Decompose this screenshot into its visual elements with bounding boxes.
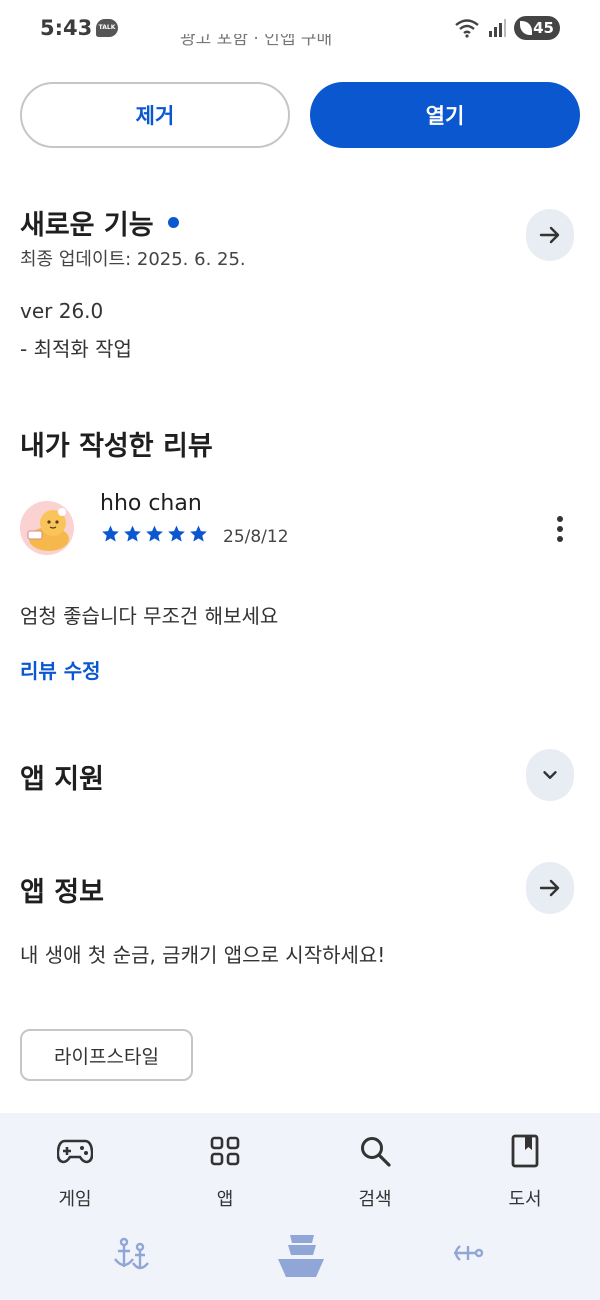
battery-indicator: 45 [514,16,560,40]
nav-label-games: 게임 [58,1189,92,1210]
bottom-navigation: 게임 앱 검색 도서 [0,1113,600,1300]
category-chip[interactable]: 라이프스타일 [20,1029,193,1081]
search-icon [355,1131,395,1171]
nav-item-books[interactable]: 도서 [475,1131,575,1211]
status-bar: 5:43 TALK 45 [0,0,600,58]
whats-new-title: 새로운 기능 [20,210,154,241]
status-time: 5:43 [40,16,93,40]
status-icons: 45 [454,16,560,40]
signal-icon [489,19,506,37]
star-icon [124,525,141,542]
app-info-arrow-button[interactable] [526,862,574,914]
nav-item-games[interactable]: 게임 [25,1131,125,1211]
star-icon [190,525,207,542]
edit-review-link[interactable]: 리뷰 수정 [20,655,101,684]
review-more-options-button[interactable] [548,512,572,546]
remove-button[interactable]: 제거 [20,82,290,148]
more-vert-icon [557,516,563,522]
arrow-right-icon [539,226,560,244]
my-review-title: 내가 작성한 리뷰 [20,431,213,462]
gamepad-icon [55,1131,95,1171]
review-text: 엄청 좋습니다 무조건 해보세요 [20,604,279,628]
apps-grid-icon [205,1131,245,1171]
star-icon [168,525,185,542]
release-notes-text: - 최적화 작업 [20,337,132,361]
star-icon [146,525,163,542]
nav-item-search[interactable]: 검색 [325,1131,425,1211]
nav-label-books: 도서 [508,1189,542,1210]
ship-icon[interactable] [276,1231,326,1279]
kakaotalk-notification-icon: TALK [96,19,118,37]
new-indicator-dot [167,217,179,228]
nav-label-search: 검색 [358,1189,392,1210]
wifi-icon [455,19,479,38]
app-meta-text: 광고 포함 · 인앱 구매 [180,34,333,48]
chevron-down-icon [543,771,557,779]
review-date: 25/8/12 [223,527,289,547]
anchor-icon[interactable] [112,1235,152,1275]
power-saving-icon [520,21,532,35]
whats-new-arrow-button[interactable] [526,209,574,261]
whats-new-heading: 새로운 기능 [20,203,179,242]
reviewer-name: hho chan [100,491,202,516]
arrow-right-icon [539,879,560,897]
last-updated-text: 최종 업데이트: 2025. 6. 25. [20,249,246,270]
app-description: 내 생애 첫 순금, 금캐기 앱으로 시작하세요! [20,943,386,967]
app-support-title: 앱 지원 [20,764,104,795]
back-anchor-icon[interactable] [450,1235,486,1271]
app-info-title: 앱 정보 [20,877,104,908]
nav-label-apps: 앱 [216,1189,234,1210]
book-icon [505,1131,545,1171]
nav-item-apps[interactable]: 앱 [175,1131,275,1211]
app-support-expand-button[interactable] [526,749,574,801]
avatar [20,501,74,555]
open-button[interactable]: 열기 [310,82,580,148]
star-icon [102,525,119,542]
star-rating [100,524,209,544]
version-text: ver 26.0 [20,299,104,323]
battery-level: 45 [533,19,554,37]
